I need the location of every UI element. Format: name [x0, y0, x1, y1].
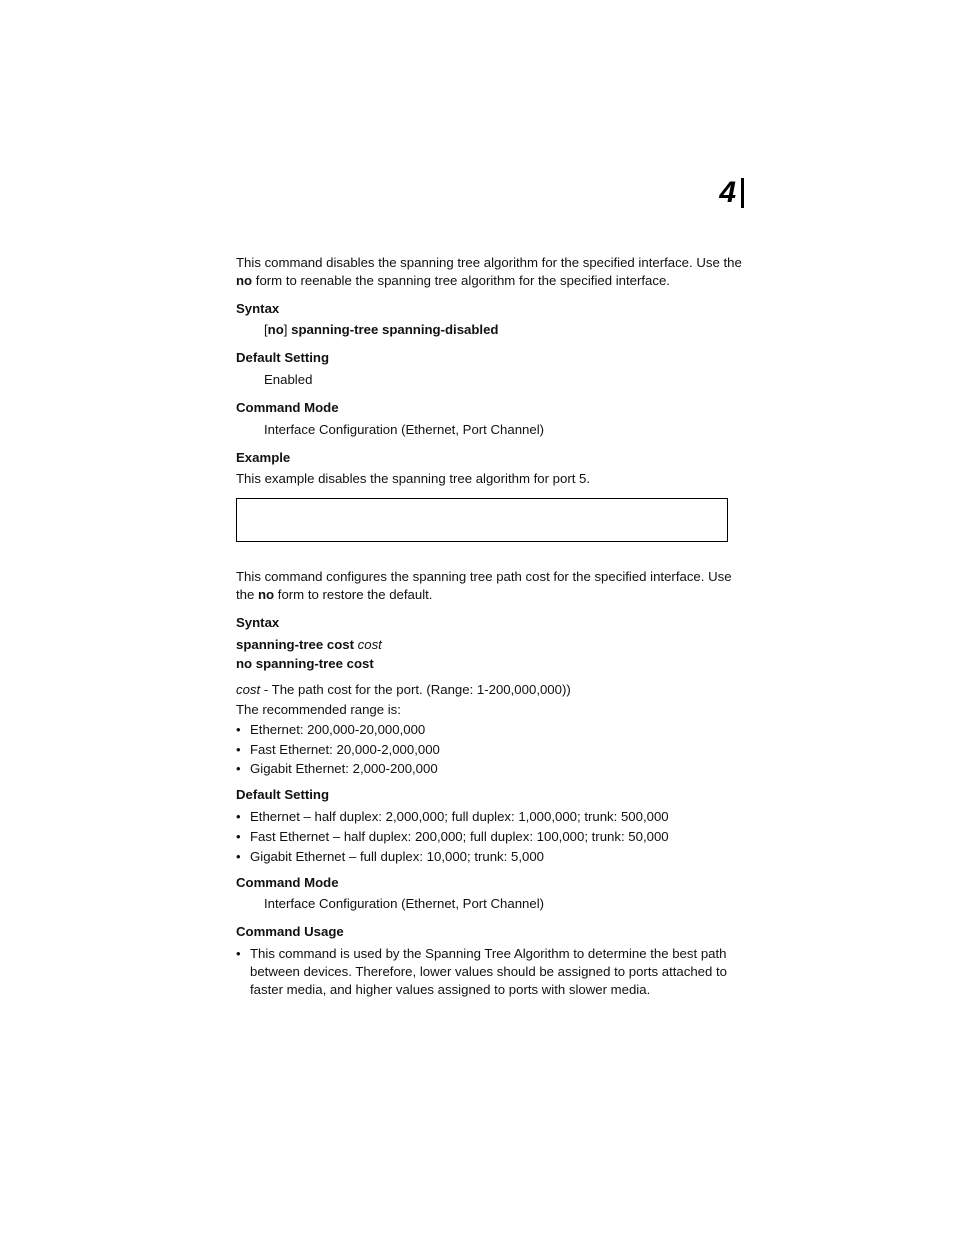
- command-name: spanning-tree cost: [236, 637, 354, 652]
- heading-default: Default Setting: [236, 786, 746, 804]
- chapter-number: 4: [719, 178, 744, 208]
- sec2-intro: This command configures the spanning tre…: [236, 568, 746, 604]
- mode-value: Interface Configuration (Ethernet, Port …: [264, 421, 746, 439]
- no-keyword: no: [236, 273, 252, 288]
- heading-example: Example: [236, 449, 746, 467]
- content-column: This command disables the spanning tree …: [236, 254, 746, 1006]
- heading-default: Default Setting: [236, 349, 746, 367]
- reco-intro: The recommended range is:: [236, 701, 746, 719]
- default-list: Ethernet – half duplex: 2,000,000; full …: [236, 808, 746, 865]
- list-item: Fast Ethernet: 20,000-2,000,000: [236, 741, 746, 759]
- syntax-line: [no] spanning-tree spanning-disabled: [264, 321, 746, 339]
- argument-name: cost: [236, 682, 260, 697]
- heading-usage: Command Usage: [236, 923, 746, 941]
- heading-syntax: Syntax: [236, 300, 746, 318]
- list-item: Fast Ethernet – half duplex: 200,000; fu…: [236, 828, 746, 846]
- list-item: Gigabit Ethernet – full duplex: 10,000; …: [236, 848, 746, 866]
- argument-name: cost: [358, 637, 382, 652]
- reco-range-list: Ethernet: 200,000-20,000,000 Fast Ethern…: [236, 721, 746, 778]
- list-item: Gigabit Ethernet: 2,000-200,000: [236, 760, 746, 778]
- cost-desc: cost - The path cost for the port. (Rang…: [236, 681, 746, 699]
- sec1-intro: This command disables the spanning tree …: [236, 254, 746, 290]
- text: form to reenable the spanning tree algor…: [252, 273, 670, 288]
- syntax-line-1: spanning-tree cost cost: [236, 636, 746, 654]
- no-keyword: no: [258, 587, 274, 602]
- no-keyword: no: [268, 322, 284, 337]
- example-code-box: [236, 498, 728, 542]
- list-item: This command is used by the Spanning Tre…: [236, 945, 746, 998]
- heading-syntax: Syntax: [236, 614, 746, 632]
- example-text: This example disables the spanning tree …: [236, 470, 746, 488]
- text: form to restore the default.: [274, 587, 432, 602]
- text: This command disables the spanning tree …: [236, 255, 742, 270]
- syntax-line-2: no spanning-tree cost: [236, 655, 746, 673]
- usage-list: This command is used by the Spanning Tre…: [236, 945, 746, 998]
- page: 4 This command disables the spanning tre…: [0, 0, 954, 1235]
- mode-value: Interface Configuration (Ethernet, Port …: [264, 895, 746, 913]
- list-item: Ethernet – half duplex: 2,000,000; full …: [236, 808, 746, 826]
- heading-mode: Command Mode: [236, 874, 746, 892]
- default-value: Enabled: [264, 371, 746, 389]
- list-item: Ethernet: 200,000-20,000,000: [236, 721, 746, 739]
- text: - The path cost for the port. (Range: 1-…: [260, 682, 571, 697]
- heading-mode: Command Mode: [236, 399, 746, 417]
- command-name: spanning-tree spanning-disabled: [291, 322, 498, 337]
